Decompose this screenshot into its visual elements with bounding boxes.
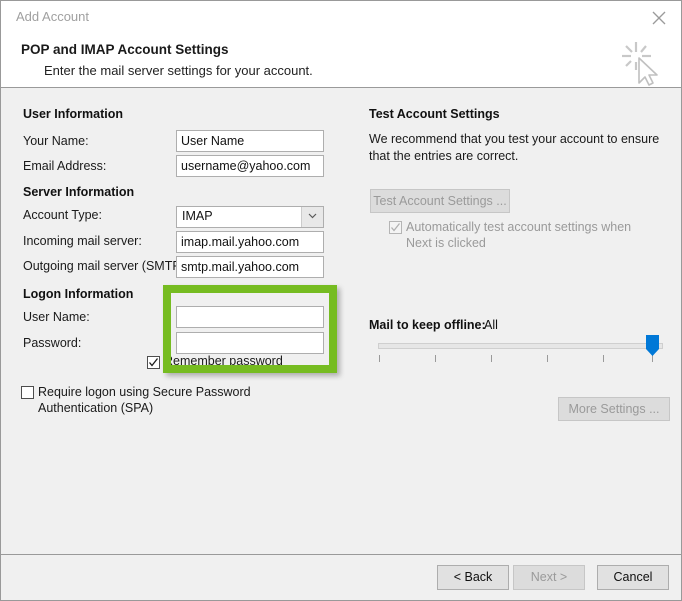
check-icon [148,357,159,368]
page-title: POP and IMAP Account Settings [21,42,229,57]
logon-information-heading: Logon Information [23,287,133,301]
dialog-footer: < Back Next > Cancel [1,554,681,600]
chevron-down-icon [301,207,323,227]
incoming-mail-server-label: Incoming mail server: [23,234,142,248]
account-type-select[interactable]: IMAP [176,206,324,228]
test-account-settings-button[interactable]: Test Account Settings ... [370,189,510,213]
slider-tick [491,355,492,362]
remember-password-checkbox[interactable] [147,356,160,369]
slider-tick [603,355,604,362]
back-button[interactable]: < Back [437,565,509,590]
password-input[interactable] [176,332,324,354]
window-title: Add Account [16,9,89,24]
auto-test-checkbox[interactable] [389,221,402,234]
slider-tick [379,355,380,362]
user-name-input[interactable] [176,306,324,328]
dialog-header: POP and IMAP Account Settings Enter the … [1,32,681,88]
account-type-label: Account Type: [23,208,102,222]
close-button[interactable] [643,4,675,30]
slider-tick [435,355,436,362]
outgoing-mail-server-label: Outgoing mail server (SMTP): [23,259,188,273]
user-information-heading: User Information [23,107,123,121]
mail-offline-label: Mail to keep offline: [369,318,486,332]
email-address-label: Email Address: [23,159,106,173]
dialog-body: User Information Your Name: Email Addres… [1,89,681,554]
auto-test-label: Automatically test account settings when… [406,219,656,251]
cursor-sparkle-icon [613,32,669,88]
more-settings-button[interactable]: More Settings ... [558,397,670,421]
incoming-mail-server-input[interactable] [176,231,324,253]
close-icon [652,11,666,25]
next-button[interactable]: Next > [513,565,585,590]
check-icon [390,222,401,233]
title-bar: Add Account [1,1,681,32]
remember-password-label: Remember password [164,354,283,368]
test-account-settings-heading: Test Account Settings [369,107,500,121]
add-account-dialog: Add Account POP and IMAP Account Setting… [0,0,682,601]
your-name-input[interactable] [176,130,324,152]
account-type-value: IMAP [182,209,213,223]
mail-offline-slider-track[interactable] [378,343,663,349]
user-name-label: User Name: [23,310,90,324]
page-subtitle: Enter the mail server settings for your … [44,63,313,78]
slider-tick [547,355,548,362]
require-spa-label: Require logon using Secure Password Auth… [38,384,328,416]
your-name-label: Your Name: [23,134,89,148]
mail-offline-value: All [484,318,498,332]
server-information-heading: Server Information [23,185,134,199]
outgoing-mail-server-input[interactable] [176,256,324,278]
require-spa-checkbox[interactable] [21,386,34,399]
test-account-description: We recommend that you test your account … [369,131,671,165]
mail-offline-slider-thumb[interactable] [646,335,659,357]
cancel-button[interactable]: Cancel [597,565,669,590]
email-address-input[interactable] [176,155,324,177]
password-label: Password: [23,336,81,350]
